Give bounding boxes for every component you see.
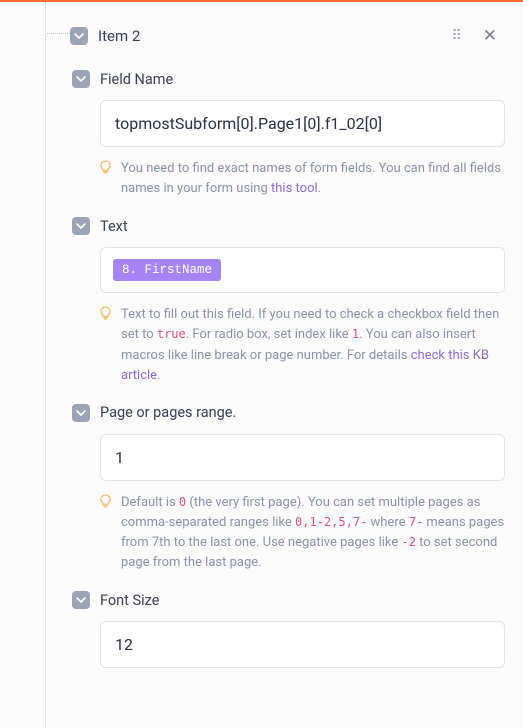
code-literal: true <box>157 327 186 341</box>
collapse-toggle[interactable] <box>70 27 88 45</box>
accent-bar <box>0 0 523 2</box>
field-label: Page or pages range. <box>100 404 236 421</box>
field-label: Font Size <box>100 592 159 609</box>
field-label: Field Name <box>100 71 173 88</box>
code-literal: 7- <box>409 515 423 529</box>
lightbulb-icon <box>100 494 112 574</box>
close-icon[interactable]: ✕ <box>477 24 503 48</box>
lightbulb-icon <box>100 160 112 199</box>
field-hint: Text to fill out this field. If you need… <box>100 305 505 386</box>
chevron-down-icon <box>76 595 86 605</box>
item-fields: Field Name You need to find exact names … <box>72 70 505 686</box>
text-macro-input[interactable]: 8. FirstName <box>100 247 505 293</box>
field-hint: You need to find exact names of form fie… <box>100 159 505 199</box>
chevron-down-icon <box>76 221 86 231</box>
collapse-toggle[interactable] <box>72 217 90 235</box>
field-pages: Page or pages range. Default is 0 (the v… <box>72 404 505 574</box>
chevron-down-icon <box>76 74 86 84</box>
hint-text: . <box>318 181 321 196</box>
pages-input[interactable] <box>100 434 505 481</box>
tool-link[interactable]: this tool <box>271 181 318 196</box>
hint-text: . <box>157 368 160 383</box>
collapse-toggle[interactable] <box>72 591 90 609</box>
hint-text: . For radio box, set index like <box>186 327 352 342</box>
collapse-toggle[interactable] <box>72 70 90 88</box>
item-title: Item 2 <box>98 27 140 45</box>
item-header: Item 2 ⠿ ✕ <box>70 24 503 48</box>
drag-handle-icon[interactable]: ⠿ <box>447 26 466 46</box>
tree-guide-line <box>45 2 46 728</box>
chevron-down-icon <box>74 31 84 41</box>
field-field-name: Field Name You need to find exact names … <box>72 70 505 199</box>
field-label: Text <box>100 218 128 235</box>
font-size-input[interactable] <box>100 621 505 668</box>
field-font-size: Font Size <box>72 591 505 668</box>
field-name-input[interactable] <box>100 100 505 147</box>
lightbulb-icon <box>100 306 112 386</box>
field-hint: Default is 0 (the very first page). You … <box>100 493 505 574</box>
chevron-down-icon <box>76 408 86 418</box>
collapse-toggle[interactable] <box>72 404 90 422</box>
code-literal: -2 <box>401 535 415 549</box>
hint-text: Default is <box>121 495 179 510</box>
hint-text: where <box>367 515 408 530</box>
macro-chip[interactable]: 8. FirstName <box>113 259 221 281</box>
field-text: Text 8. FirstName Text to fill out this … <box>72 217 505 386</box>
code-literal: 0,1-2,5,7- <box>295 515 367 529</box>
tree-branch-line <box>45 33 72 34</box>
item-panel: Item 2 ⠿ ✕ Field Name You need to find e <box>72 24 505 686</box>
